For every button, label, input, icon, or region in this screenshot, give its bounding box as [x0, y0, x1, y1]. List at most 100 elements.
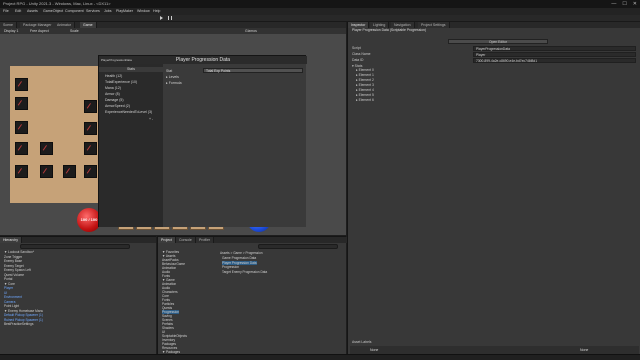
hierarchy-item[interactable]: ▼ Lookout Sandbox*: [4, 250, 34, 254]
asset-file-item[interactable]: Progression: [222, 265, 239, 269]
equipment-slot[interactable]: [15, 97, 28, 110]
hierarchy-item[interactable]: Ruined Pickup Spawner (1): [4, 318, 43, 322]
hierarchy-item[interactable]: ▼ Core: [4, 282, 15, 286]
tab-profiler[interactable]: Profiler: [196, 237, 215, 243]
pause-icon[interactable]: [168, 16, 172, 20]
add-stat-icon[interactable]: + -: [149, 117, 153, 121]
menu-file[interactable]: File: [3, 9, 9, 13]
menu-services[interactable]: Services: [86, 9, 100, 13]
hierarchy-search[interactable]: [20, 244, 130, 249]
equipment-slot[interactable]: [84, 122, 97, 135]
levels-foldout[interactable]: ▸ Levels: [166, 75, 179, 79]
hierarchy-tab-bar: Hierarchy: [0, 237, 156, 243]
guid-field[interactable]: 7300-899-4a2e-c8690-e4e-bd7ec746f8d1: [473, 58, 636, 63]
hierarchy-item[interactable]: Player: [4, 286, 13, 290]
equipment-slot[interactable]: [84, 165, 97, 178]
tab-project[interactable]: Project: [158, 237, 176, 243]
hierarchy-item[interactable]: Zone Trigger: [4, 255, 22, 259]
hierarchy-item[interactable]: Default Pickup Spawner (1): [4, 313, 43, 317]
formula-foldout[interactable]: ▸ Formula: [166, 81, 182, 85]
equipment-slot[interactable]: [15, 142, 28, 155]
tab-hierarchy[interactable]: Hierarchy: [0, 237, 22, 243]
hierarchy-item[interactable]: Enemy Target: [4, 264, 24, 268]
hierarchy-item[interactable]: ▼ Enemy Homebase Manu: [4, 309, 43, 313]
project-file-list: Game Progression Data Player Progression …: [218, 256, 346, 286]
hierarchy-item[interactable]: Point Light: [4, 304, 19, 308]
equipment-slot[interactable]: [84, 100, 97, 113]
inspector-object-name: Player Progression Data (Scriptable Prog…: [352, 28, 427, 32]
scale-slider[interactable]: Scale: [70, 29, 79, 33]
project-search[interactable]: [258, 244, 338, 249]
project-folder-tree: ▼ Favorites ▼ Assets AssetPacks Behaviour…: [158, 250, 216, 355]
title-bar: Project RPG - Unity 2021.3 - Windows, Ma…: [0, 0, 640, 8]
hierarchy-item[interactable]: Enemy Spawn Left: [4, 268, 31, 272]
menu-assets[interactable]: Assets: [27, 9, 38, 13]
hierarchy-item[interactable]: Portal: [4, 277, 12, 281]
tab-console[interactable]: Console: [176, 237, 196, 243]
status-bar: [0, 354, 640, 360]
close-button[interactable]: ✕: [633, 1, 637, 7]
equipment-slot[interactable]: [15, 78, 28, 91]
stat-dropdown[interactable]: Total Exp Points: [203, 68, 303, 73]
window-title: Project RPG - Unity 2021.3 - Windows, Ma…: [3, 1, 111, 6]
stat-detail-pane: Stat Total Exp Points ▸ Levels ▸ Formula: [163, 64, 306, 227]
asset-labels-header: Asset Labels: [352, 340, 372, 344]
main-toolbar: [0, 15, 640, 22]
hierarchy-item[interactable]: BestPracticeSettings: [4, 322, 33, 326]
menu-gameobject[interactable]: GameObject: [43, 9, 63, 13]
asset-file-item[interactable]: Target Enemy Progression Data: [222, 270, 267, 274]
stat-item[interactable]: Damage (5): [105, 98, 123, 102]
project-tab-bar: Project Console Profiler: [158, 237, 347, 243]
levels-label: Levels: [168, 75, 179, 79]
menu-playmaker[interactable]: PlayMaker: [116, 9, 133, 13]
stat-item[interactable]: Mana (12): [105, 86, 121, 90]
equipment-slot[interactable]: [84, 142, 97, 155]
stats-list: Stats Health (12) TotalExperience (10) M…: [99, 64, 163, 227]
display-select[interactable]: Display 1: [4, 29, 18, 33]
hierarchy-item[interactable]: Environment: [4, 295, 22, 299]
script-field[interactable]: PlayerProgressionData: [473, 46, 636, 51]
element-label: Element 4: [358, 88, 374, 92]
project-breadcrumb[interactable]: Assets > Game > Progression: [220, 251, 263, 255]
menu-window[interactable]: Window: [137, 9, 150, 13]
play-icon[interactable]: [160, 16, 164, 20]
open-editor-button[interactable]: Open Editor: [448, 39, 548, 44]
asset-file-item[interactable]: Game Progression Data: [222, 256, 256, 260]
menu-edit[interactable]: Edit: [15, 9, 21, 13]
formula-label: Formula: [168, 81, 182, 85]
stat-label: Stat: [166, 69, 173, 73]
maximize-button[interactable]: ☐: [622, 1, 626, 7]
menu-help[interactable]: Help: [153, 9, 160, 13]
equipment-slot[interactable]: [40, 165, 53, 178]
asset-file-item[interactable]: Player Progression Data: [222, 260, 257, 265]
game-toolbar: Display 1 Free Aspect Scale Gizmos: [0, 28, 346, 34]
hierarchy-item[interactable]: Quest Volume: [4, 273, 24, 277]
class-field[interactable]: Player: [473, 52, 636, 57]
stat-item[interactable]: ArmorSpeed (2): [105, 104, 130, 108]
hierarchy-item[interactable]: Camera: [4, 300, 15, 304]
gizmos-button[interactable]: Gizmos: [245, 29, 257, 33]
equipment-slot[interactable]: [15, 121, 28, 134]
stat-item[interactable]: Health (12): [105, 74, 122, 78]
menu-bar: File Edit Assets GameObject Component Se…: [0, 8, 640, 15]
asset-bundle-left[interactable]: None: [370, 348, 378, 352]
element-label: Element 2: [358, 78, 374, 82]
minimize-button[interactable]: —: [611, 1, 616, 7]
asset-labels-bar: None None: [350, 346, 639, 354]
stat-item[interactable]: TotalExperience (10): [105, 80, 137, 84]
hierarchy-item[interactable]: UI: [4, 291, 7, 295]
stat-item[interactable]: Armor (8): [105, 92, 120, 96]
stat-item[interactable]: ExperienceNeededToLevel (3): [105, 110, 152, 114]
element-label: Element 6: [358, 98, 374, 102]
aspect-select[interactable]: Free Aspect: [30, 29, 49, 33]
equipment-slot[interactable]: [63, 165, 76, 178]
equipment-slot[interactable]: [15, 165, 28, 178]
stats-list-header: Stats: [99, 67, 163, 72]
hierarchy-item[interactable]: Enemy Base: [4, 259, 22, 263]
element-label: Element 3: [358, 83, 374, 87]
equipment-slot[interactable]: [40, 142, 53, 155]
element-row[interactable]: ▸ Element 6: [356, 98, 640, 103]
menu-jobs[interactable]: Jobs: [104, 9, 112, 13]
asset-bundle-right[interactable]: None: [580, 348, 588, 352]
menu-component[interactable]: Component: [65, 9, 84, 13]
